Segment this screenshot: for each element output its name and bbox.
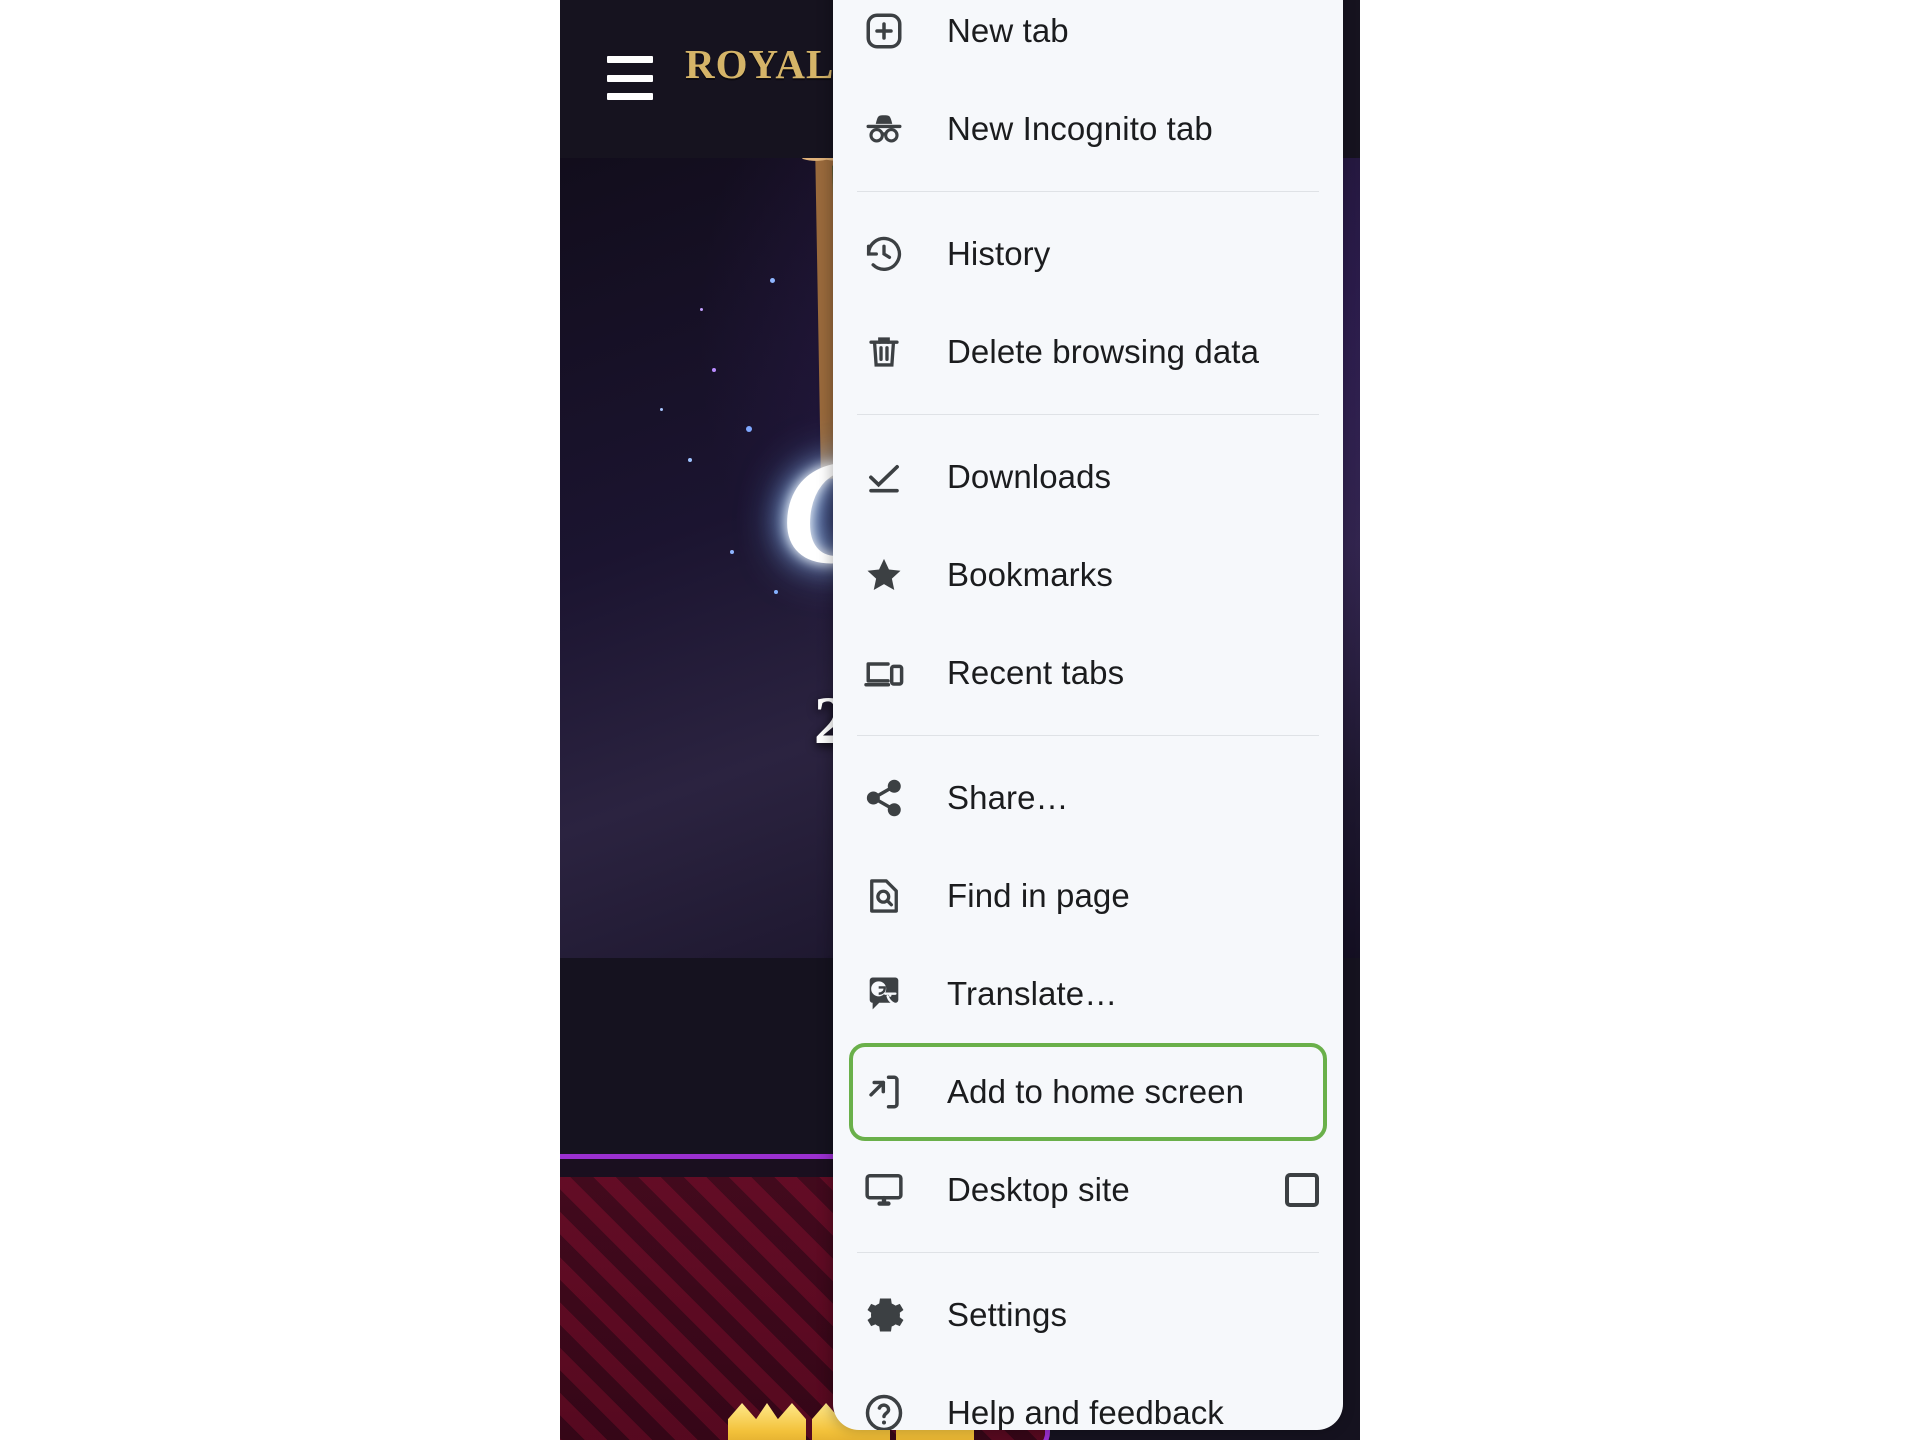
hamburger-menu-icon[interactable] — [607, 52, 653, 104]
download-check-icon — [861, 454, 907, 500]
menu-item-downloads[interactable]: Downloads — [833, 428, 1343, 526]
incognito-icon — [861, 106, 907, 152]
menu-item-label: Help and feedback — [947, 1394, 1224, 1430]
menu-item-bookmarks[interactable]: Bookmarks — [833, 526, 1343, 624]
menu-item-desktop-site[interactable]: Desktop site — [833, 1141, 1343, 1239]
menu-item-label: Desktop site — [947, 1171, 1130, 1208]
menu-item-recent-tabs[interactable]: Recent tabs — [833, 624, 1343, 722]
menu-item-translate[interactable]: Translate… — [833, 945, 1343, 1043]
menu-divider — [857, 1252, 1319, 1253]
desktop-site-checkbox[interactable] — [1285, 1173, 1319, 1207]
menu-item-label: Bookmarks — [947, 556, 1113, 593]
new-tab-icon — [861, 8, 907, 54]
add-to-home-screen-icon — [861, 1069, 907, 1115]
desktop-icon — [861, 1167, 907, 1213]
menu-item-label: Add to home screen — [947, 1073, 1245, 1110]
menu-item-label: Find in page — [947, 877, 1130, 914]
menu-item-label: Share… — [947, 779, 1069, 816]
menu-item-label: Recent tabs — [947, 654, 1125, 691]
menu-item-new-tab[interactable]: New tab — [833, 0, 1343, 80]
menu-item-find-in-page[interactable]: Find in page — [833, 847, 1343, 945]
menu-item-delete-browsing-data[interactable]: Delete browsing data — [833, 303, 1343, 401]
browser-overflow-menu: New tab New Incognito tab History Delete… — [833, 0, 1343, 1430]
menu-item-history[interactable]: History — [833, 205, 1343, 303]
find-in-page-icon — [861, 873, 907, 919]
menu-item-share[interactable]: Share… — [833, 749, 1343, 847]
menu-divider — [857, 414, 1319, 415]
recent-tabs-icon — [861, 650, 907, 696]
menu-item-label: Settings — [947, 1296, 1068, 1333]
screenshot-root: ROYAL GAMES — [0, 0, 1920, 1440]
share-icon — [861, 775, 907, 821]
menu-item-help-and-feedback[interactable]: Help and feedback — [833, 1364, 1343, 1430]
menu-item-add-to-home-screen[interactable]: Add to home screen — [849, 1043, 1327, 1141]
menu-divider — [857, 191, 1319, 192]
menu-divider — [857, 735, 1319, 736]
menu-item-label: New Incognito tab — [947, 110, 1213, 147]
site-brand-logo[interactable]: ROYAL — [685, 40, 834, 88]
menu-item-label: New tab — [947, 12, 1069, 49]
star-icon — [861, 552, 907, 598]
menu-item-settings[interactable]: Settings — [833, 1266, 1343, 1364]
trash-icon — [861, 329, 907, 375]
menu-item-label: Translate… — [947, 975, 1118, 1012]
translate-icon — [861, 971, 907, 1017]
gear-icon — [861, 1292, 907, 1338]
help-circle-icon — [861, 1390, 907, 1430]
menu-item-label: History — [947, 235, 1051, 272]
desktop-site-checkbox-wrap[interactable] — [1285, 1173, 1319, 1207]
menu-item-label: Delete browsing data — [947, 333, 1260, 370]
menu-item-new-incognito-tab[interactable]: New Incognito tab — [833, 80, 1343, 178]
menu-item-label: Downloads — [947, 458, 1112, 495]
history-icon — [861, 231, 907, 277]
